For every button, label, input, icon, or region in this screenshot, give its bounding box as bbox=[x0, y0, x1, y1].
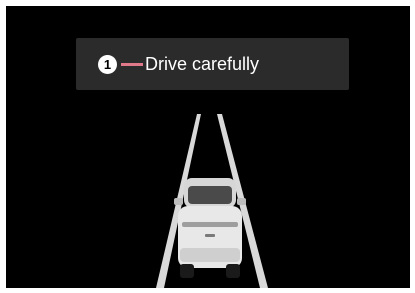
display-screen: 1 Drive carefully bbox=[6, 6, 410, 288]
callout-leader-line bbox=[121, 63, 143, 66]
callout-number-1-icon: 1 bbox=[98, 55, 117, 74]
warning-banner: 1 Drive carefully bbox=[76, 38, 349, 90]
warning-message: Drive carefully bbox=[145, 54, 260, 74]
car-rear-icon bbox=[174, 178, 246, 278]
